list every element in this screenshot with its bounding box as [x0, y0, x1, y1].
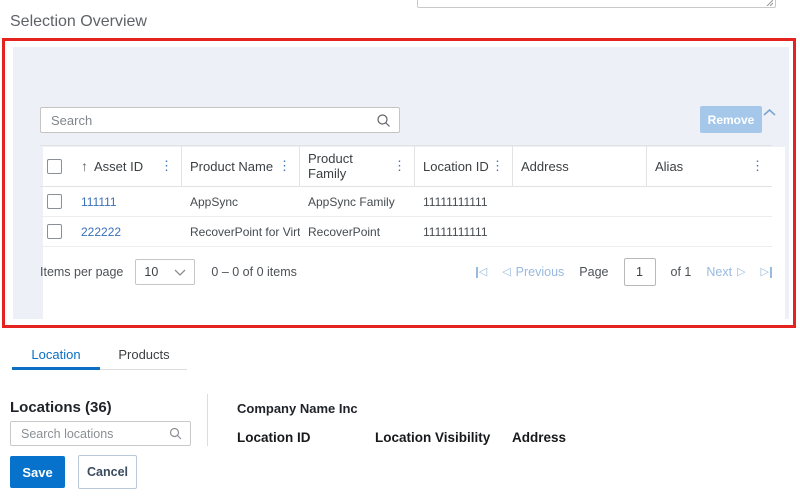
- locations-search-input[interactable]: [19, 426, 169, 442]
- pagination-range-text: 0 – 0 of 0 items: [211, 265, 296, 279]
- column-menu-icon[interactable]: ⋮: [751, 158, 764, 174]
- items-per-page-select[interactable]: 10: [135, 259, 195, 285]
- products-table: ↑ Asset ID ⋮ Product Name ⋮ Product Fami…: [40, 145, 772, 247]
- table-row: 222222 RecoverPoint for Virtu... Recover…: [40, 217, 772, 247]
- detail-column-location-id: Location ID: [237, 430, 311, 445]
- row-checkbox[interactable]: [47, 224, 62, 239]
- header-cell-select: [40, 146, 73, 186]
- page-number-input[interactable]: [624, 258, 656, 286]
- column-label[interactable]: Product Family: [308, 151, 393, 181]
- column-menu-icon[interactable]: ⋮: [393, 158, 406, 174]
- asset-id-link[interactable]: 111111: [81, 195, 117, 209]
- company-name: Company Name Inc: [237, 401, 358, 416]
- page-title: Selection Overview: [10, 13, 147, 31]
- resize-handle-icon[interactable]: [765, 0, 773, 6]
- pagination-bar: Items per page 10 0 – 0 of 0 items ◁ ◁ P…: [40, 256, 772, 288]
- asset-id-link[interactable]: 222222: [81, 225, 121, 239]
- chevron-up-icon[interactable]: [762, 108, 777, 117]
- tab-products[interactable]: Products: [100, 344, 188, 366]
- table-header-row: ↑ Asset ID ⋮ Product Name ⋮ Product Fami…: [40, 145, 772, 187]
- alias-cell: [647, 217, 772, 246]
- column-label[interactable]: Asset ID: [94, 159, 143, 174]
- column-menu-icon[interactable]: ⋮: [278, 158, 291, 174]
- table-row: 111111 AppSync AppSync Family 1111111111…: [40, 187, 772, 217]
- next-label: Next: [706, 265, 732, 279]
- header-cell-location-id[interactable]: Location ID ⋮: [415, 146, 513, 186]
- select-all-checkbox[interactable]: [47, 159, 62, 174]
- header-cell-address[interactable]: Address: [513, 146, 647, 186]
- page: Selection Overview Products Remove ↑: [0, 0, 800, 503]
- next-page-button[interactable]: Next ▷: [706, 265, 745, 279]
- page-of-label: of 1: [671, 265, 692, 279]
- products-search-input[interactable]: [49, 112, 376, 129]
- location-id-cell: 11111111111: [415, 217, 513, 246]
- last-page-button[interactable]: ▷: [761, 267, 772, 278]
- action-footer: Save Cancel: [0, 446, 800, 503]
- previous-page-button[interactable]: ◁ Previous: [502, 265, 564, 279]
- product-name-cell: RecoverPoint for Virtu...: [182, 217, 300, 246]
- header-cell-asset-id[interactable]: ↑ Asset ID ⋮: [73, 146, 182, 186]
- search-icon: [376, 113, 391, 128]
- sort-ascending-icon[interactable]: ↑: [81, 158, 88, 174]
- address-cell: [513, 217, 647, 246]
- column-label[interactable]: Alias: [655, 159, 683, 174]
- row-checkbox[interactable]: [47, 194, 62, 209]
- product-family-cell: RecoverPoint: [300, 217, 415, 246]
- products-search-box[interactable]: [40, 107, 400, 133]
- chevron-down-icon: [174, 269, 186, 276]
- alias-cell: [647, 187, 772, 216]
- cancel-button[interactable]: Cancel: [78, 455, 137, 489]
- last-page-icon: ▷: [761, 267, 769, 278]
- section-divider: [207, 394, 208, 446]
- column-label[interactable]: Location ID: [423, 159, 489, 174]
- locations-heading: Locations (36): [10, 399, 112, 416]
- products-panel: Products Remove ↑ Asset ID ⋮: [13, 47, 789, 319]
- save-button[interactable]: Save: [10, 456, 65, 488]
- product-name-cell: AppSync: [182, 187, 300, 216]
- column-label[interactable]: Product Name: [190, 159, 273, 174]
- header-cell-product-name[interactable]: Product Name ⋮: [182, 146, 300, 186]
- items-per-page-value: 10: [144, 265, 158, 279]
- header-cell-alias[interactable]: Alias ⋮: [647, 146, 772, 186]
- items-per-page-label: Items per page: [40, 265, 123, 279]
- detail-column-address: Address: [512, 430, 566, 445]
- first-page-button[interactable]: ◁: [476, 267, 487, 278]
- header-cell-product-family[interactable]: Product Family ⋮: [300, 146, 415, 186]
- product-family-cell: AppSync Family: [300, 187, 415, 216]
- detail-column-location-visibility: Location Visibility: [375, 430, 490, 445]
- page-label: Page: [579, 265, 608, 279]
- column-menu-icon[interactable]: ⋮: [491, 158, 504, 174]
- previous-label: Previous: [516, 265, 565, 279]
- column-label[interactable]: Address: [521, 159, 569, 174]
- remove-button[interactable]: Remove: [700, 106, 762, 133]
- next-icon: ▷: [737, 267, 745, 278]
- address-cell: [513, 187, 647, 216]
- pagination-nav: ◁ ◁ Previous Page of 1 Next ▷ ▷: [476, 258, 772, 286]
- first-page-icon: ◁: [479, 267, 487, 278]
- locations-search-box[interactable]: [10, 421, 191, 446]
- active-tab-indicator: [12, 367, 100, 370]
- tab-location[interactable]: Location: [12, 344, 100, 366]
- comment-textarea[interactable]: [417, 0, 776, 8]
- search-icon: [169, 427, 182, 440]
- column-menu-icon[interactable]: ⋮: [160, 158, 173, 174]
- location-id-cell: 11111111111: [415, 187, 513, 216]
- previous-icon: ◁: [502, 267, 510, 278]
